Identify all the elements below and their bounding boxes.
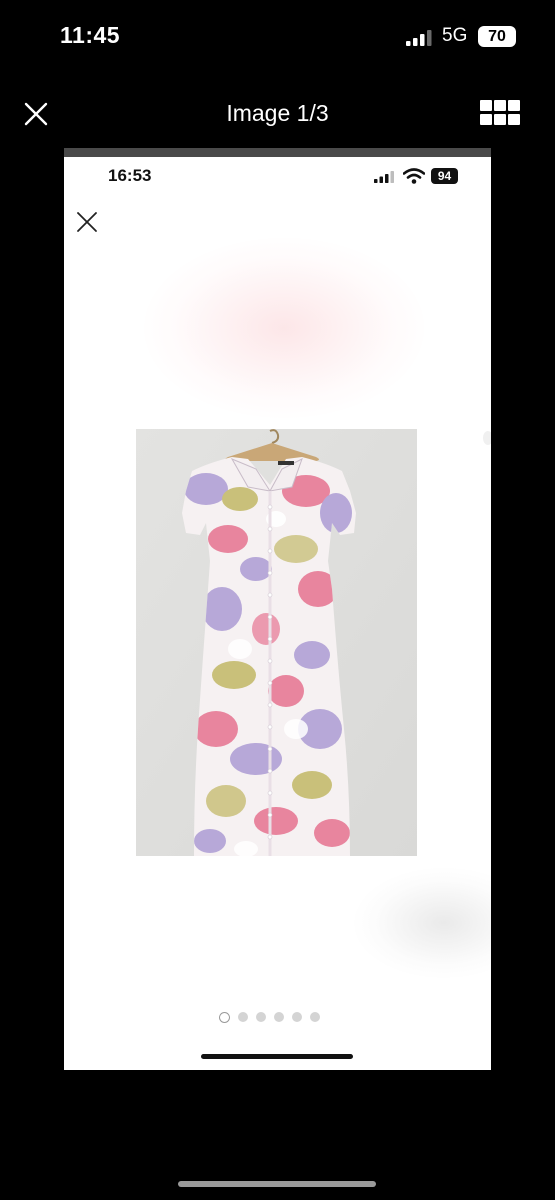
pagination-dot[interactable] bbox=[310, 1012, 320, 1022]
status-time: 11:45 bbox=[60, 22, 121, 48]
inner-status-time: 16:53 bbox=[108, 166, 152, 185]
next-image-edge bbox=[483, 431, 491, 445]
product-photo[interactable] bbox=[136, 429, 417, 856]
inner-close-icon[interactable] bbox=[76, 211, 98, 233]
image-pagination[interactable] bbox=[219, 1012, 320, 1023]
home-indicator[interactable] bbox=[178, 1181, 376, 1187]
wifi-icon bbox=[403, 168, 425, 184]
viewer-title: Image 1/3 bbox=[226, 100, 329, 126]
cellular-signal-icon bbox=[406, 30, 432, 46]
battery-level: 70 bbox=[488, 27, 506, 45]
pagination-dot[interactable] bbox=[238, 1012, 248, 1022]
battery-icon: 70 bbox=[478, 26, 516, 47]
pagination-dot[interactable] bbox=[292, 1012, 302, 1022]
inner-home-indicator bbox=[201, 1054, 353, 1059]
inner-battery-level: 94 bbox=[437, 169, 452, 183]
pagination-dot[interactable] bbox=[256, 1012, 266, 1022]
inner-battery-icon: 94 bbox=[431, 168, 458, 184]
network-type-label: 5G bbox=[442, 25, 468, 46]
image-frame: 16:53 94 bbox=[64, 148, 491, 1070]
blurred-background-pink bbox=[144, 238, 424, 418]
grid-view-icon[interactable] bbox=[480, 100, 520, 126]
frame-top-strip bbox=[64, 148, 491, 157]
pagination-dot[interactable] bbox=[219, 1012, 230, 1023]
pagination-dot[interactable] bbox=[274, 1012, 284, 1022]
inner-cellular-signal-icon bbox=[374, 171, 394, 183]
blurred-background-grey bbox=[354, 868, 491, 978]
